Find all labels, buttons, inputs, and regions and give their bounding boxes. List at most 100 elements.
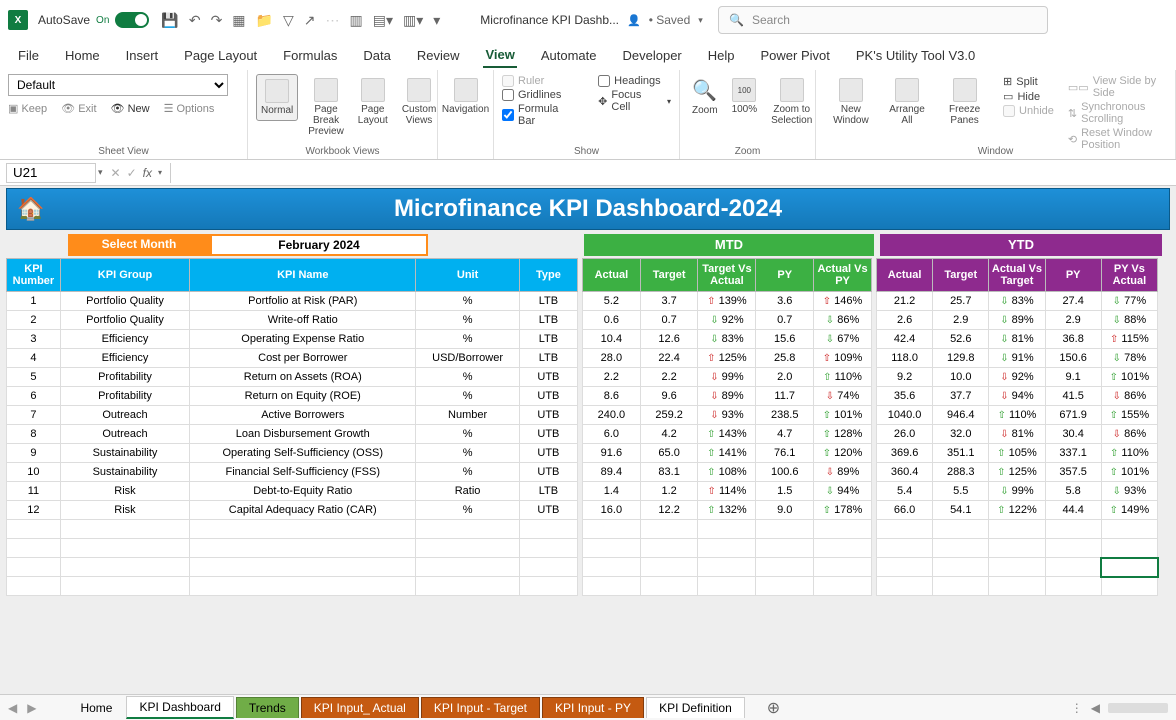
headings-checkbox[interactable]: Headings bbox=[598, 74, 671, 88]
folder-icon[interactable]: 📁 bbox=[256, 12, 273, 29]
sheet-view-select[interactable]: Default bbox=[8, 74, 228, 96]
sheet-tab-home[interactable]: Home bbox=[68, 698, 124, 718]
table-row[interactable]: 26.032.0⇩ 81%30.4⇩ 86% bbox=[877, 425, 1158, 444]
table-row[interactable]: 5.23.7⇧ 139%3.6⇧ 146% bbox=[583, 292, 872, 311]
unhide-button[interactable]: Unhide bbox=[1003, 104, 1054, 118]
table-row[interactable]: 1Portfolio QualityPortfolio at Risk (PAR… bbox=[7, 292, 578, 311]
exit-button[interactable]: 👁 Exit bbox=[61, 102, 96, 115]
menu-pagelayout[interactable]: Page Layout bbox=[182, 44, 259, 67]
menu-automate[interactable]: Automate bbox=[539, 44, 599, 67]
chevron-down-icon[interactable]: ▾ bbox=[698, 15, 703, 26]
add-sheet-button[interactable]: ⊕ bbox=[767, 698, 780, 718]
table-row[interactable]: 8.69.6⇩ 89%11.7⇩ 74% bbox=[583, 387, 872, 406]
table-row[interactable]: 28.022.4⇧ 125%25.8⇧ 109% bbox=[583, 349, 872, 368]
table-row[interactable]: 91.665.0⇧ 141%76.1⇧ 120% bbox=[583, 444, 872, 463]
menu-insert[interactable]: Insert bbox=[124, 44, 161, 67]
tab-options-icon[interactable]: ⋮ bbox=[1071, 701, 1083, 715]
menu-view[interactable]: View bbox=[483, 43, 516, 68]
autosave-toggle[interactable]: AutoSave On bbox=[38, 12, 149, 28]
table-row[interactable]: 0.60.7⇩ 92%0.7⇩ 86% bbox=[583, 311, 872, 330]
formula-input[interactable] bbox=[170, 163, 1176, 183]
keep-button[interactable]: ▣ Keep bbox=[8, 102, 47, 115]
menu-home[interactable]: Home bbox=[63, 44, 102, 67]
new-window-button[interactable]: New Window bbox=[824, 74, 878, 130]
menu-help[interactable]: Help bbox=[706, 44, 737, 67]
table-row[interactable]: 2.62.9⇩ 89%2.9⇩ 88% bbox=[877, 311, 1158, 330]
table-row[interactable]: 5.45.5⇩ 99%5.8⇩ 93% bbox=[877, 482, 1158, 501]
new-view-button[interactable]: 👁 New bbox=[111, 102, 150, 115]
fx-icon[interactable]: fx bbox=[143, 166, 152, 180]
table-row[interactable]: 21.225.7⇩ 83%27.4⇩ 77% bbox=[877, 292, 1158, 311]
sheet-tab-kpiinputpy[interactable]: KPI Input - PY bbox=[542, 697, 644, 718]
hide-button[interactable]: ▭Hide bbox=[1003, 89, 1054, 104]
table-row[interactable]: 2Portfolio QualityWrite-off Ratio%LTB bbox=[7, 311, 578, 330]
table-row[interactable]: 66.054.1⇧ 122%44.4⇧ 149% bbox=[877, 501, 1158, 520]
menu-review[interactable]: Review bbox=[415, 44, 462, 67]
sync-scroll-button[interactable]: ⇅Synchronous Scrolling bbox=[1068, 100, 1167, 126]
table-row[interactable]: 1.41.2⇧ 114%1.5⇩ 94% bbox=[583, 482, 872, 501]
table-row[interactable]: 1040.0946.4⇧ 110%671.9⇧ 155% bbox=[877, 406, 1158, 425]
dropdown1-icon[interactable]: ▤▾ bbox=[373, 12, 393, 29]
zoom-button[interactable]: 🔍Zoom bbox=[688, 74, 722, 120]
table-row[interactable]: 5ProfitabilityReturn on Assets (ROA)%UTB bbox=[7, 368, 578, 387]
ruler-checkbox[interactable]: Ruler bbox=[502, 74, 578, 88]
side-by-side-button[interactable]: ▭▭View Side by Side bbox=[1068, 74, 1167, 100]
search-input[interactable]: 🔍 Search bbox=[718, 6, 1048, 34]
menu-formulas[interactable]: Formulas bbox=[281, 44, 339, 67]
table-row[interactable]: 89.483.1⇧ 108%100.6⇩ 89% bbox=[583, 463, 872, 482]
grid-icon[interactable]: ▦ bbox=[232, 12, 245, 29]
menu-pksutilitytoolv[interactable]: PK's Utility Tool V3.0 bbox=[854, 44, 977, 67]
fx-dropdown-icon[interactable]: ▾ bbox=[158, 168, 162, 177]
worksheet[interactable]: 🏠 Microfinance KPI Dashboard-2024 Select… bbox=[0, 186, 1176, 706]
focus-cell-button[interactable]: ✥Focus Cell▾ bbox=[598, 88, 671, 114]
sheet-tab-kpiinputtarget[interactable]: KPI Input - Target bbox=[421, 697, 540, 718]
next-sheet-icon[interactable]: ▶ bbox=[27, 701, 36, 715]
name-box[interactable] bbox=[6, 163, 96, 183]
pagelayout-button[interactable]: Page Layout bbox=[354, 74, 392, 130]
sheet-tab-kpidashboard[interactable]: KPI Dashboard bbox=[126, 696, 233, 719]
sheet-tab-kpiinputactual[interactable]: KPI Input_ Actual bbox=[301, 697, 419, 718]
table-row[interactable]: 9SustainabilityOperating Self-Sufficienc… bbox=[7, 444, 578, 463]
freeze-panes-button[interactable]: Freeze Panes bbox=[936, 74, 993, 130]
cancel-icon[interactable]: ✕ bbox=[111, 166, 121, 180]
save-icon[interactable]: 💾 bbox=[161, 12, 178, 29]
table-row[interactable]: 10SustainabilityFinancial Self-Sufficien… bbox=[7, 463, 578, 482]
table-row[interactable]: 2.22.2⇩ 99%2.0⇧ 110% bbox=[583, 368, 872, 387]
table-row[interactable]: 360.4288.3⇧ 125%357.5⇧ 101% bbox=[877, 463, 1158, 482]
table-row[interactable]: 11RiskDebt-to-Equity RatioRatioLTB bbox=[7, 482, 578, 501]
table-row[interactable]: 35.637.7⇩ 94%41.5⇩ 86% bbox=[877, 387, 1158, 406]
navigation-button[interactable]: Navigation bbox=[446, 74, 485, 119]
sheet-tab-kpidefinition[interactable]: KPI Definition bbox=[646, 697, 745, 718]
prev-sheet-icon[interactable]: ◀ bbox=[8, 701, 17, 715]
filter-icon[interactable]: ▽ bbox=[283, 12, 294, 29]
enter-icon[interactable]: ✓ bbox=[127, 166, 137, 180]
menu-developer[interactable]: Developer bbox=[621, 44, 684, 67]
normal-view-button[interactable]: Normal bbox=[256, 74, 298, 121]
table-row[interactable]: 240.0259.2⇩ 93%238.5⇧ 101% bbox=[583, 406, 872, 425]
options-button[interactable]: ☰ Options bbox=[164, 102, 215, 115]
more-icon[interactable]: ▾ bbox=[433, 12, 440, 29]
menu-powerpivot[interactable]: Power Pivot bbox=[759, 44, 832, 67]
table-row[interactable]: 6.04.2⇧ 143%4.7⇧ 128% bbox=[583, 425, 872, 444]
menu-data[interactable]: Data bbox=[361, 44, 392, 67]
table-row[interactable]: 3EfficiencyOperating Expense Ratio%LTB bbox=[7, 330, 578, 349]
table-row[interactable]: 42.452.6⇩ 81%36.8⇧ 115% bbox=[877, 330, 1158, 349]
zoom-100-button[interactable]: 100100% bbox=[728, 74, 762, 119]
table-row[interactable]: 369.6351.1⇧ 105%337.1⇧ 110% bbox=[877, 444, 1158, 463]
undo-icon[interactable]: ↶ bbox=[189, 12, 201, 29]
redo-icon[interactable]: ↷ bbox=[211, 12, 223, 29]
gridlines-checkbox[interactable]: Gridlines bbox=[502, 88, 578, 102]
table-row[interactable]: 6ProfitabilityReturn on Equity (ROE)%UTB bbox=[7, 387, 578, 406]
table-row[interactable]: 16.012.2⇧ 132%9.0⇧ 178% bbox=[583, 501, 872, 520]
toggle-icon[interactable] bbox=[115, 12, 149, 28]
arrange-all-button[interactable]: Arrange All bbox=[884, 74, 930, 130]
hscroll-track[interactable] bbox=[1108, 703, 1168, 713]
table-row[interactable]: 118.0129.8⇩ 91%150.6⇩ 78% bbox=[877, 349, 1158, 368]
table-row[interactable]: 10.412.6⇩ 83%15.6⇩ 67% bbox=[583, 330, 872, 349]
formula-checkbox[interactable]: Formula Bar bbox=[502, 102, 578, 128]
table-row[interactable]: 7OutreachActive BorrowersNumberUTB bbox=[7, 406, 578, 425]
sheet-tab-trends[interactable]: Trends bbox=[236, 697, 299, 718]
table-row[interactable]: 8OutreachLoan Disbursement Growth%UTB bbox=[7, 425, 578, 444]
table-row[interactable]: 12RiskCapital Adequacy Ratio (CAR)%UTB bbox=[7, 501, 578, 520]
table-row[interactable]: 9.210.0⇩ 92%9.1⇧ 101% bbox=[877, 368, 1158, 387]
